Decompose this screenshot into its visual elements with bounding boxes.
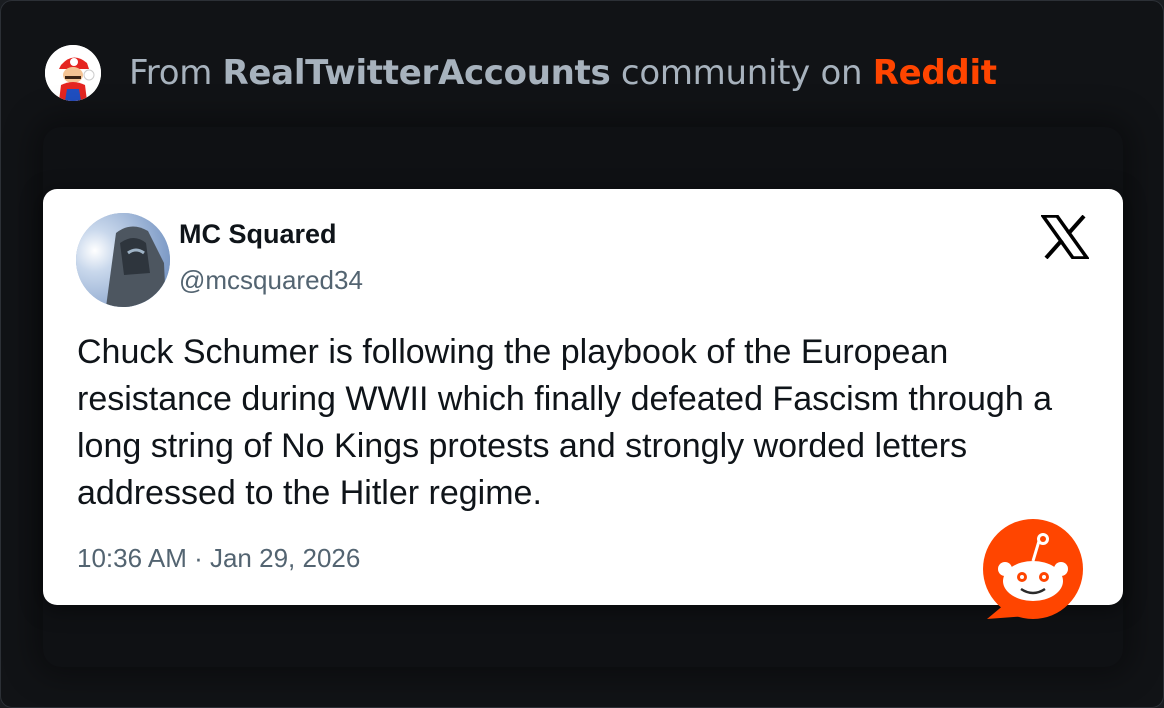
caption-middle: community on xyxy=(610,53,873,93)
tweet-timestamp[interactable]: 10:36 AM · Jan 29, 2026 xyxy=(77,543,360,574)
user-avatar[interactable] xyxy=(76,213,170,307)
tweet-date: Jan 29, 2026 xyxy=(209,543,361,573)
tweet-body: Chuck Schumer is following the playbook … xyxy=(77,333,1053,512)
reddit-snoo-icon xyxy=(981,519,1087,625)
community-link[interactable]: RealTwitterAccounts xyxy=(223,53,611,93)
user-handle[interactable]: @mcsquared34 xyxy=(179,265,363,296)
platform-link[interactable]: Reddit xyxy=(873,53,997,93)
display-name[interactable]: MC Squared xyxy=(179,219,337,250)
tweet-card[interactable]: MC Squared @mcsquared34 Chuck Schumer is… xyxy=(43,189,1123,605)
timestamp-separator: · xyxy=(186,543,210,573)
source-header: From RealTwitterAccounts community on Re… xyxy=(45,45,997,101)
x-logo-icon[interactable] xyxy=(1039,214,1091,260)
tweet-time: 10:36 AM xyxy=(77,543,187,573)
caption-prefix: From xyxy=(129,53,223,93)
source-caption: From RealTwitterAccounts community on Re… xyxy=(129,53,997,93)
post-frame: From RealTwitterAccounts community on Re… xyxy=(0,0,1164,708)
mario-avatar-icon[interactable] xyxy=(45,45,101,101)
